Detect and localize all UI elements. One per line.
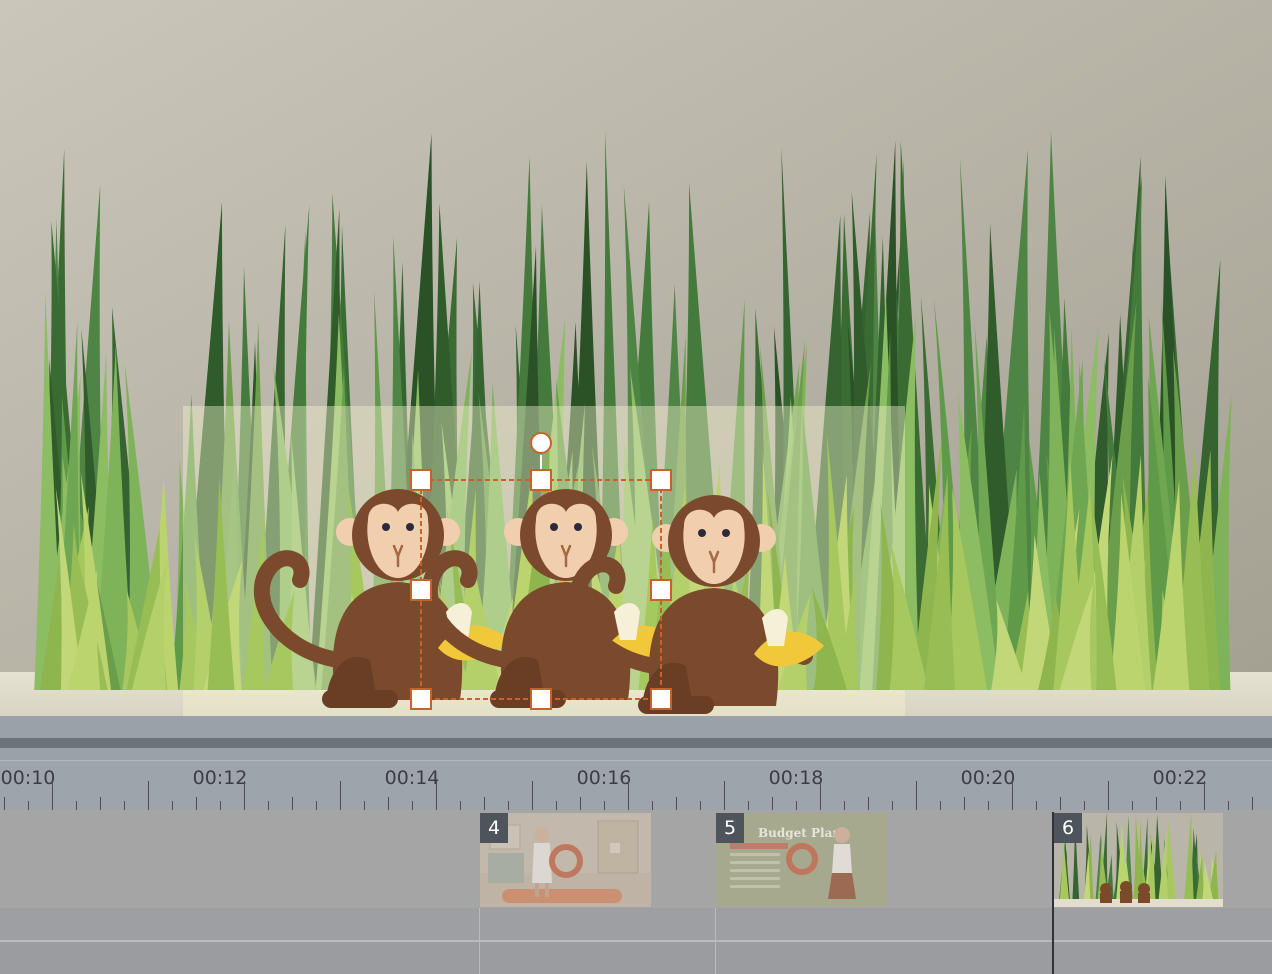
stage-canvas[interactable] [0,0,1272,716]
canvas-scrollbar-thumb[interactable] [0,738,1272,748]
scene-clip-5[interactable]: 5 Budget Plan [716,813,887,907]
ruler-tick [4,797,5,811]
ruler-tick [916,781,917,811]
ruler-tick [628,781,629,811]
scene-number-badge: 4 [480,813,508,843]
scene-clip-4[interactable]: 4 [480,813,651,907]
ruler-tick [52,781,53,811]
ruler-label: 00:18 [768,767,824,789]
ruler-tick [484,797,485,811]
ruler-tick [1060,797,1061,811]
timeline-ruler[interactable]: 00:10 00:12 00:14 00:16 00:18 00:20 00:2… [0,760,1272,811]
ruler-label: 00:16 [576,767,632,789]
ruler-label: 00:20 [960,767,1016,789]
track-divider [715,908,716,974]
ruler-tick [580,797,581,811]
ruler-label: 00:22 [1152,767,1208,789]
ruler-tick [820,781,821,811]
ruler-tick [340,781,341,811]
ruler-label: 00:10 [0,767,56,789]
track-divider [479,908,480,974]
scene-clip-6[interactable]: 6 [1054,813,1223,907]
scene-number-badge: 6 [1054,813,1082,843]
resize-handle-bottom[interactable] [530,688,552,710]
resize-handle-left[interactable] [410,579,432,601]
ruler-tick [868,797,869,811]
ruler-tick [292,797,293,811]
ruler-tick [964,797,965,811]
track-row-2[interactable] [0,908,1272,940]
track-row-3[interactable] [0,942,1272,974]
ruler-tick [724,781,725,811]
ruler-tick [436,781,437,811]
ruler-tick [1012,781,1013,811]
ruler-tick [388,797,389,811]
ruler-tick [532,781,533,811]
ruler-label: 00:12 [192,767,248,789]
rotate-handle[interactable] [530,432,552,454]
resize-handle-top-left[interactable] [410,469,432,491]
timeline-tracks[interactable]: 4 5 Budget Plan 6 [0,810,1272,974]
ruler-tick [196,797,197,811]
ruler-tick [244,781,245,811]
ruler-tick [148,781,149,811]
ruler-tick [676,797,677,811]
ruler-tick [1252,797,1253,811]
resize-handle-top-right[interactable] [650,469,672,491]
ruler-tick [772,797,773,811]
resize-handle-right[interactable] [650,579,672,601]
ruler-tick [1108,781,1109,811]
resize-handle-bottom-left[interactable] [410,688,432,710]
resize-handle-bottom-right[interactable] [650,688,672,710]
ruler-tick [1204,781,1205,811]
ruler-tick [1156,797,1157,811]
ruler-label: 00:14 [384,767,440,789]
ruler-tick [100,797,101,811]
scene-number-badge: 5 [716,813,744,843]
resize-handle-top[interactable] [530,469,552,491]
